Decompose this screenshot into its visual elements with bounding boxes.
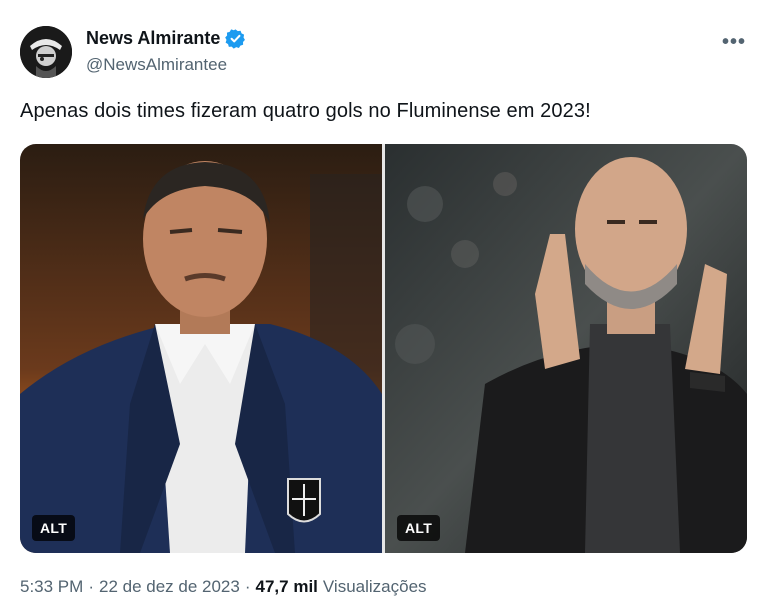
verified-badge-icon xyxy=(225,28,246,49)
alt-badge[interactable]: ALT xyxy=(32,515,76,541)
more-options-icon[interactable]: ••• xyxy=(720,30,748,54)
tweet-card: News Almirante @NewsAlmirantee ••• Apena… xyxy=(0,0,768,611)
pirate-avatar-icon[interactable] xyxy=(20,26,72,78)
views-label: Visualizações xyxy=(322,577,427,596)
views-count: 47,7 mil xyxy=(255,577,318,596)
author-header: News Almirante @NewsAlmirantee xyxy=(86,28,246,75)
tweet-text: Apenas dois times fizeram quatro gols no… xyxy=(20,100,591,122)
meta-separator: · xyxy=(244,577,251,596)
meta-separator: · xyxy=(88,577,94,596)
alt-badge[interactable]: ALT xyxy=(397,515,441,541)
tweet-meta: 5:33 PM · 22 de dez de 2023 · 47,7 mil V… xyxy=(20,577,427,597)
photo-coach-left[interactable]: ALT xyxy=(20,144,382,553)
author-display-name[interactable]: News Almirante xyxy=(86,28,220,49)
tweet-date[interactable]: 22 de dez de 2023 xyxy=(99,577,240,597)
tweet-time[interactable]: 5:33 PM xyxy=(20,577,83,597)
media-grid: ALT ALT xyxy=(20,144,747,553)
photo-coach-right[interactable]: ALT xyxy=(385,144,747,553)
author-handle[interactable]: @NewsAlmirantee xyxy=(86,55,246,75)
